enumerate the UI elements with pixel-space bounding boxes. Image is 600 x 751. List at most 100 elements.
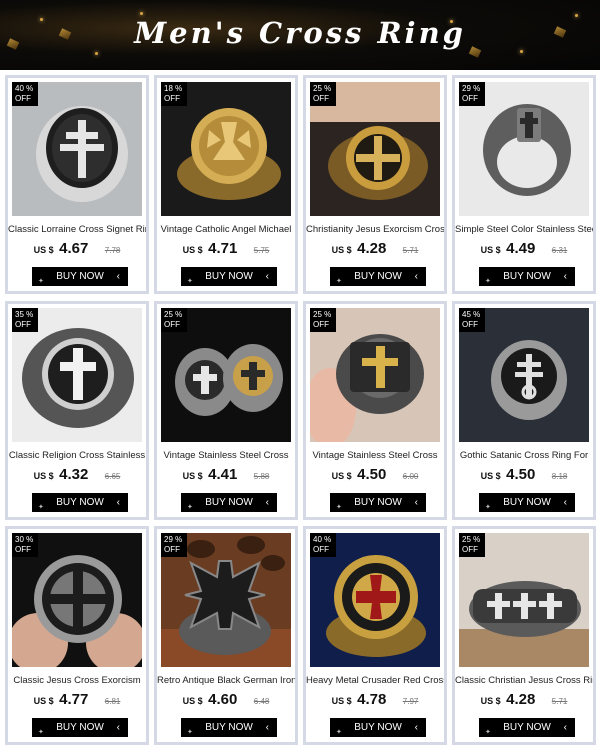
price-row: US $ 4.50 6.00: [306, 466, 444, 484]
currency: US $: [33, 471, 54, 481]
buy-now-button[interactable]: ✦ BUY NOW ‹: [181, 718, 277, 737]
product-grid: 40 % OFF Classic Lorraine Cross Signet Ri…: [2, 75, 600, 747]
chevron-left-icon: ‹: [116, 497, 120, 508]
price-row: US $ 4.32 6.65: [8, 466, 146, 484]
product-photo[interactable]: 29 % OFF: [459, 82, 589, 216]
price-row: US $ 4.71 5.75: [157, 240, 295, 258]
product-photo[interactable]: 25 % OFF: [310, 82, 440, 216]
product-card[interactable]: 25 % OFF Classic Christian Jesus Cross Ri…: [452, 526, 596, 745]
buy-now-button[interactable]: ✦ BUY NOW ‹: [330, 718, 426, 737]
buy-now-button[interactable]: ✦ BUY NOW ‹: [479, 267, 575, 286]
product-photo[interactable]: 35 % OFF: [12, 308, 142, 442]
buy-now-button[interactable]: ✦ BUY NOW ‹: [32, 493, 128, 512]
buy-now-button[interactable]: ✦ BUY NOW ‹: [479, 493, 575, 512]
discount-badge: 35 % OFF: [12, 308, 38, 332]
product-card[interactable]: 29 % OFF Simple Steel Color Stainless Ste…: [452, 75, 596, 294]
product-card[interactable]: 45 % OFF Gothic Satanic Cross Ring For US…: [452, 301, 596, 520]
currency: US $: [33, 696, 54, 706]
chevron-left-icon: ‹: [265, 497, 269, 508]
product-photo[interactable]: 25 % OFF: [310, 308, 440, 442]
buy-now-button[interactable]: ✦ BUY NOW ‹: [330, 493, 426, 512]
price-row: US $ 4.50 8.18: [455, 466, 593, 484]
discount-badge: 25 % OFF: [459, 533, 485, 557]
sparkle-icon: ✦: [187, 729, 193, 736]
product-card[interactable]: 18 % OFF Vintage Catholic Angel Michael U…: [154, 75, 298, 294]
product-card[interactable]: 29 % OFF Retro Antique Black German Iron …: [154, 526, 298, 745]
product-photo[interactable]: 25 % OFF: [161, 308, 291, 442]
chevron-left-icon: ‹: [563, 271, 567, 282]
buy-now-button[interactable]: ✦ BUY NOW ‹: [181, 267, 277, 286]
product-photo[interactable]: 40 % OFF: [310, 533, 440, 667]
product-photo[interactable]: 29 % OFF: [161, 533, 291, 667]
product-photo[interactable]: 25 % OFF: [459, 533, 589, 667]
price: 4.32: [59, 466, 89, 483]
product-card[interactable]: 35 % OFF Classic Religion Cross Stainless…: [5, 301, 149, 520]
product-name[interactable]: Gothic Satanic Cross Ring For: [455, 450, 593, 461]
product-name[interactable]: Christianity Jesus Exorcism Cross: [306, 224, 444, 235]
price: 4.50: [357, 466, 387, 483]
currency: US $: [331, 471, 352, 481]
price: 4.41: [208, 466, 238, 483]
product-photo[interactable]: 18 % OFF: [161, 82, 291, 216]
old-price: 7.97: [402, 697, 419, 706]
price: 4.50: [506, 466, 536, 483]
currency: US $: [182, 471, 203, 481]
sparkle-icon: ✦: [38, 504, 44, 511]
product-name[interactable]: Retro Antique Black German Iron: [157, 675, 295, 686]
product-card[interactable]: 25 % OFF Vintage Stainless Steel Cross US…: [303, 301, 447, 520]
chevron-left-icon: ‹: [116, 722, 120, 733]
product-card[interactable]: 40 % OFF Classic Lorraine Cross Signet Ri…: [5, 75, 149, 294]
chevron-left-icon: ‹: [265, 271, 269, 282]
currency: US $: [33, 245, 54, 255]
currency: US $: [182, 245, 203, 255]
product-name[interactable]: Classic Lorraine Cross Signet Ring: [8, 224, 146, 235]
buy-now-button[interactable]: ✦ BUY NOW ‹: [32, 718, 128, 737]
price: 4.49: [506, 240, 536, 257]
buy-now-button[interactable]: ✦ BUY NOW ‹: [181, 493, 277, 512]
product-name[interactable]: Simple Steel Color Stainless Steel: [455, 224, 593, 235]
sparkle-icon: ✦: [38, 278, 44, 285]
sparkle-icon: ✦: [485, 278, 491, 285]
currency: US $: [331, 245, 352, 255]
discount-badge: 40 % OFF: [12, 82, 38, 106]
header-banner: Men's Cross Ring: [0, 0, 600, 70]
product-name[interactable]: Vintage Stainless Steel Cross: [306, 450, 444, 461]
sparkle-icon: ✦: [336, 504, 342, 511]
discount-badge: 25 % OFF: [310, 308, 336, 332]
buy-now-button[interactable]: ✦ BUY NOW ‹: [32, 267, 128, 286]
price: 4.28: [357, 240, 387, 257]
price-row: US $ 4.77 6.81: [8, 691, 146, 709]
old-price: 8.18: [551, 472, 568, 481]
old-price: 5.71: [551, 697, 568, 706]
product-card[interactable]: 25 % OFF Christianity Jesus Exorcism Cros…: [303, 75, 447, 294]
old-price: 6.65: [104, 472, 121, 481]
old-price: 5.75: [253, 246, 270, 255]
chevron-left-icon: ‹: [563, 497, 567, 508]
product-card[interactable]: 25 % OFF Vintage Stainless Steel Cross US…: [154, 301, 298, 520]
product-name[interactable]: Heavy Metal Crusader Red Cross: [306, 675, 444, 686]
old-price: 6.81: [104, 697, 121, 706]
discount-badge: 29 % OFF: [161, 533, 187, 557]
product-photo[interactable]: 30 % OFF: [12, 533, 142, 667]
currency: US $: [331, 696, 352, 706]
sparkle-icon: ✦: [485, 504, 491, 511]
product-photo[interactable]: 40 % OFF: [12, 82, 142, 216]
product-photo[interactable]: 45 % OFF: [459, 308, 589, 442]
price: 4.67: [59, 240, 89, 257]
product-name[interactable]: Classic Religion Cross Stainless: [8, 450, 146, 461]
product-name[interactable]: Classic Christian Jesus Cross Ring: [455, 675, 593, 686]
price: 4.71: [208, 240, 238, 257]
price-row: US $ 4.41 5.88: [157, 466, 295, 484]
old-price: 6.31: [551, 246, 568, 255]
discount-badge: 29 % OFF: [459, 82, 485, 106]
buy-now-button[interactable]: ✦ BUY NOW ‹: [330, 267, 426, 286]
buy-now-button[interactable]: ✦ BUY NOW ‹: [479, 718, 575, 737]
currency: US $: [480, 245, 501, 255]
product-name[interactable]: Vintage Catholic Angel Michael: [157, 224, 295, 235]
product-card[interactable]: 30 % OFF Classic Jesus Cross Exorcism US …: [5, 526, 149, 745]
product-name[interactable]: Vintage Stainless Steel Cross: [157, 450, 295, 461]
price: 4.28: [506, 691, 536, 708]
product-name[interactable]: Classic Jesus Cross Exorcism: [8, 675, 146, 686]
product-card[interactable]: 40 % OFF Heavy Metal Crusader Red Cross U…: [303, 526, 447, 745]
discount-badge: 18 % OFF: [161, 82, 187, 106]
